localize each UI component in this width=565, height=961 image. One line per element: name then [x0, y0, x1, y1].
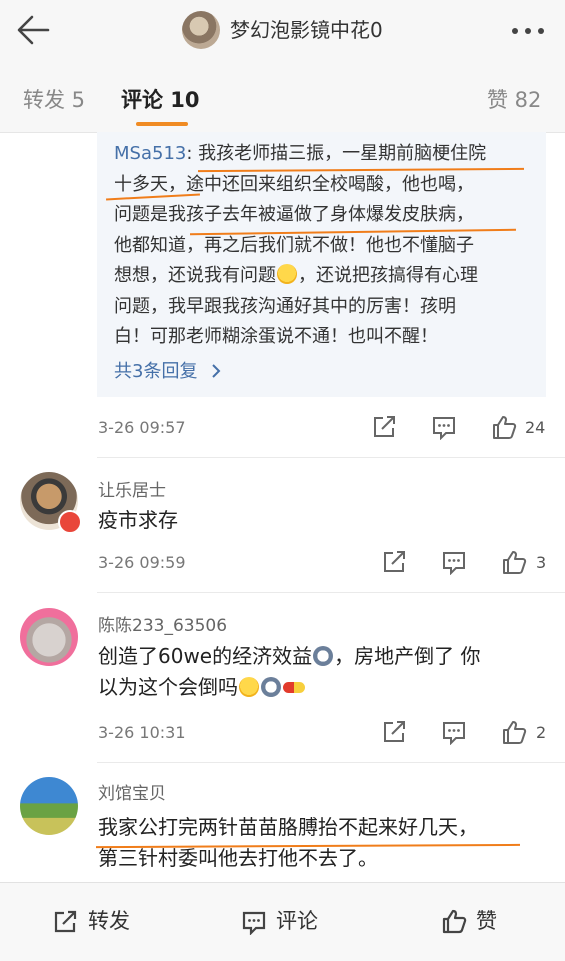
comment-text-seg: 以为这个会倒吗	[98, 675, 238, 699]
view-more-replies-link[interactable]: 共3条回复	[114, 357, 223, 383]
comment-text: 创造了60we的经济效益 ，房地产倒了 你 以为这个会倒吗	[98, 641, 548, 703]
reply-text-line: 白！可那老师糊涂蛋说不通！也叫不醒！	[114, 326, 438, 347]
tab-bar: 转发 5 评论 10 赞 82	[0, 62, 565, 133]
comment-icon	[242, 911, 266, 935]
tab-repost[interactable]: 转发 5	[23, 84, 85, 114]
header-avatar[interactable]	[182, 11, 220, 49]
comment-username[interactable]: 刘馆宝贝	[98, 779, 166, 804]
pill-emoji-icon	[283, 682, 305, 693]
like-thumb-icon[interactable]	[501, 719, 527, 745]
user-avatar[interactable]	[20, 608, 78, 666]
comment-text: 疫市求存	[98, 508, 178, 532]
reply-text-line: 我孩老师描三振，一星期前脑梗住院	[198, 143, 487, 164]
user-avatar[interactable]	[20, 777, 78, 835]
bottom-like-button[interactable]: 赞	[441, 883, 541, 961]
page-title: 梦幻泡影镜中花0	[230, 18, 383, 42]
comment-time: 3-26 09:59	[98, 553, 186, 572]
reply-text-seg: ，还说把孩搞得有心理	[298, 265, 478, 286]
reply-colon: :	[186, 143, 199, 164]
tab-comment[interactable]: 评论 10	[121, 84, 200, 114]
divider	[97, 762, 565, 763]
reply-text-line: 问题，我早跟我孩沟通好其中的厉害！孩明	[114, 295, 456, 317]
like-thumb-icon[interactable]	[501, 549, 527, 575]
repost-icon[interactable]	[381, 549, 407, 575]
bottom-action-bar: 转发 评论 赞	[0, 882, 565, 961]
like-thumb-icon	[442, 909, 467, 934]
repost-icon[interactable]	[371, 414, 397, 440]
like-count: 3	[536, 553, 547, 572]
husky-emoji-icon	[261, 677, 281, 697]
comment-text-line: 我家公打完两针苗苗胳膊抬不起来好几天，	[98, 815, 478, 839]
repost-icon	[54, 910, 77, 933]
laughing-crying-emoji-icon	[277, 264, 297, 284]
comment-icon[interactable]	[441, 719, 467, 745]
bottom-repost-button[interactable]: 转发	[52, 883, 192, 961]
active-tab-indicator	[136, 122, 188, 126]
repost-icon[interactable]	[381, 719, 407, 745]
verified-badge-icon	[58, 510, 82, 534]
tab-like[interactable]: 赞 82	[487, 84, 541, 114]
comment-username[interactable]: 陈陈233_63506	[98, 611, 227, 636]
comment-text: 我家公打完两针苗苗胳膊抬不起来好几天， 第三针村委叫他去打他不去了。	[98, 812, 558, 874]
like-count: 24	[525, 418, 546, 437]
comment-username[interactable]: 让乐居士	[98, 476, 166, 501]
comment-text-seg: 创造了60we的经济效益	[98, 644, 313, 668]
reply-text-line: 想想，还说我有问题 ，还说把孩搞得有心理	[114, 261, 534, 292]
bottom-repost-label: 转发	[88, 909, 130, 933]
reply-line: MSa513: 我孩老师描三振，一星期前脑梗住院	[114, 139, 534, 170]
comment-icon[interactable]	[431, 414, 457, 440]
husky-emoji-icon	[313, 646, 334, 666]
reply-text-seg: 想想，还说我有问题	[114, 265, 276, 286]
bottom-like-label: 赞	[476, 909, 497, 933]
reply-text-line: 他都知道，再之后我们就不做！他也不懂脑子	[114, 234, 474, 256]
divider	[97, 457, 565, 458]
chevron-right-icon	[212, 364, 221, 378]
reply-text-line: 问题是我孩子去年被逼做了身体爆发皮肤病，	[114, 204, 474, 225]
comment-time: 3-26 10:31	[98, 723, 186, 742]
bottom-comment-button[interactable]: 评论	[241, 883, 381, 961]
bottom-comment-label: 评论	[276, 909, 318, 933]
more-options-icon[interactable]	[510, 26, 550, 36]
top-nav-bar: 梦幻泡影镜中花0	[0, 0, 565, 62]
reply-user-link[interactable]: MSa513	[114, 143, 186, 164]
comment-icon[interactable]	[441, 549, 467, 575]
comment-time: 3-26 09:57	[98, 418, 186, 437]
back-arrow-icon[interactable]	[14, 10, 54, 50]
like-count: 2	[536, 723, 547, 742]
more-replies-label: 共3条回复	[114, 361, 198, 382]
comment-text-seg: ，房地产倒了 你	[334, 644, 481, 668]
divider	[97, 592, 565, 593]
like-thumb-icon[interactable]	[491, 414, 517, 440]
grinning-emoji-icon	[239, 677, 259, 697]
